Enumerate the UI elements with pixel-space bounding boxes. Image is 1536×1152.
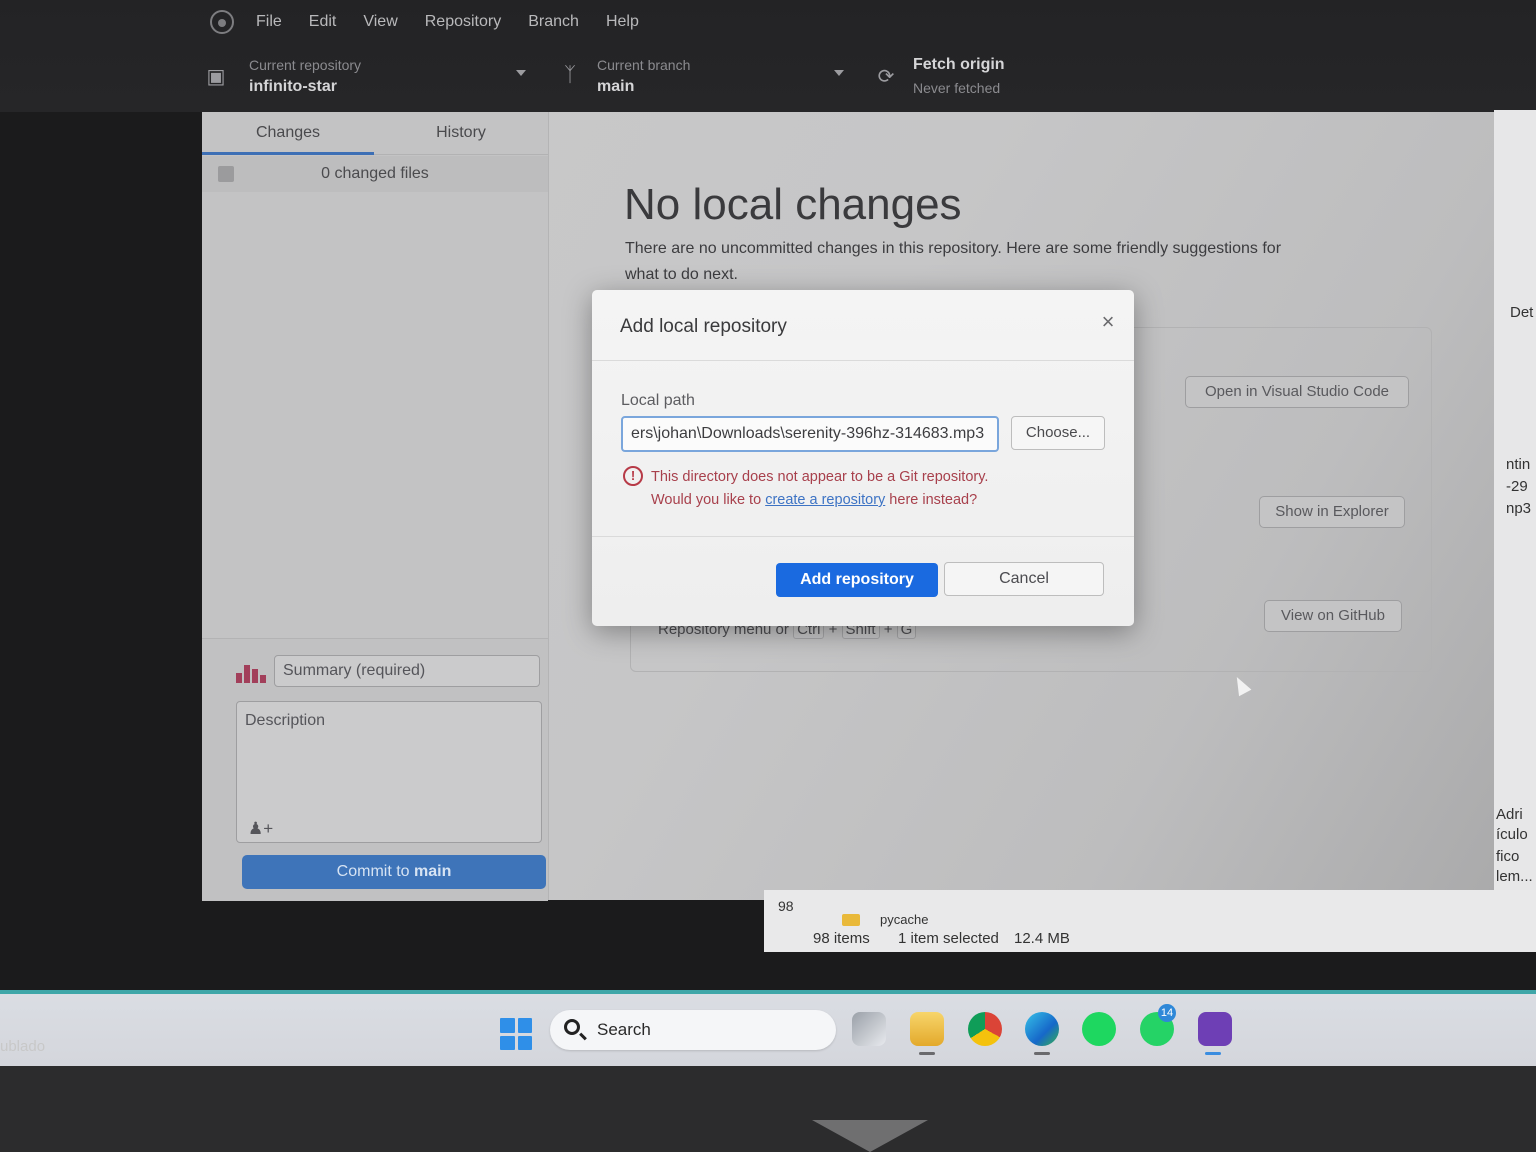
laptop-logo <box>812 1120 928 1152</box>
add-coauthor-icon[interactable]: ♟+ <box>248 819 273 839</box>
dialog-divider-top <box>592 360 1134 361</box>
current-branch-button[interactable]: ᛉ Current branch main <box>559 52 849 104</box>
background-text: Det <box>1510 304 1534 321</box>
warning-line-2: Would you like to create a repository he… <box>651 489 1091 512</box>
branch-icon: ᛉ <box>564 64 576 86</box>
app-titlebar: File Edit View Repository Branch Help ▣ … <box>0 0 1536 112</box>
add-local-repository-dialog: Add local repository × Local path ers\jo… <box>592 290 1134 626</box>
selected-count: 1 item selected <box>898 930 999 947</box>
background-text: Adri <box>1496 806 1523 823</box>
changed-files-count: 0 changed files <box>321 165 429 182</box>
chevron-down-icon <box>516 70 526 76</box>
changed-files-header: 0 changed files <box>202 156 548 192</box>
task-view-icon[interactable] <box>852 1012 886 1046</box>
warning-icon: ! <box>623 466 643 486</box>
github-logo-icon <box>210 10 234 34</box>
current-repository-value: infinito-star <box>249 78 337 95</box>
github-desktop-icon[interactable] <box>1198 1012 1232 1046</box>
current-repository-button[interactable]: ▣ Current repository infinito-star <box>205 52 535 104</box>
menu-branch[interactable]: Branch <box>528 13 579 31</box>
mouse-cursor-icon <box>1230 673 1252 697</box>
explorer-status-bar: pycache 98 98 items 1 item selected 12.4… <box>764 890 1536 952</box>
chrome-icon[interactable] <box>968 1012 1002 1046</box>
close-icon[interactable]: × <box>1098 311 1118 333</box>
laptop-bezel <box>0 1066 1536 1152</box>
menu-view[interactable]: View <box>363 13 397 31</box>
background-text: lem... <box>1496 868 1533 885</box>
windows-start-icon[interactable] <box>500 1018 532 1050</box>
add-repository-button[interactable]: Add repository <box>776 563 938 597</box>
fetch-origin-label: Fetch origin <box>913 56 1005 73</box>
tab-changes[interactable]: Changes <box>202 112 374 155</box>
create-repository-link[interactable]: create a repository <box>765 492 885 508</box>
summary-input[interactable]: Summary (required) <box>274 655 540 687</box>
commit-button-branch: main <box>414 863 452 880</box>
menubar: File Edit View Repository Branch Help <box>210 8 666 36</box>
commit-area: Summary (required) Description ♟+ Commit… <box>202 638 548 901</box>
taskbar: Search 14 <box>0 994 1536 1066</box>
selected-size: 12.4 MB <box>1014 930 1070 947</box>
menu-repository[interactable]: Repository <box>425 13 501 31</box>
warning-message: This directory does not appear to be a G… <box>651 466 1091 512</box>
edge-icon[interactable] <box>1025 1012 1059 1046</box>
chevron-down-icon <box>834 70 844 76</box>
background-text: ículo <box>1496 826 1528 843</box>
sidebar: Changes History 0 changed files Summary … <box>202 112 549 901</box>
partial-count: 98 <box>778 898 794 914</box>
folder-icon <box>842 914 860 926</box>
local-path-input[interactable]: ers\johan\Downloads\serenity-396hz-31468… <box>621 416 999 452</box>
warning-suffix: here instead? <box>885 492 978 508</box>
spotify-icon[interactable] <box>1082 1012 1116 1046</box>
page-subtitle: There are no uncommitted changes in this… <box>625 240 1282 283</box>
menu-help[interactable]: Help <box>606 13 639 31</box>
active-indicator <box>1034 1052 1050 1055</box>
background-text: -29 <box>1506 478 1528 495</box>
description-input[interactable]: Description <box>236 701 542 843</box>
taskbar-search[interactable]: Search <box>550 1010 836 1050</box>
fetch-origin-status: Never fetched <box>913 80 1001 96</box>
items-count: 98 items <box>813 930 870 947</box>
fetch-origin-button[interactable]: ⟳ Fetch origin Never fetched <box>875 52 1095 104</box>
current-branch-label: Current branch <box>597 57 691 73</box>
cancel-button[interactable]: Cancel <box>944 562 1104 596</box>
sidebar-tabs: Changes History <box>202 112 548 155</box>
repository-icon: ▣ <box>206 66 226 88</box>
dialog-divider-bottom <box>592 536 1134 537</box>
active-indicator <box>1205 1052 1221 1055</box>
sync-icon: ⟳ <box>877 66 895 88</box>
view-on-github-button[interactable]: View on GitHub <box>1264 600 1402 632</box>
show-in-explorer-button[interactable]: Show in Explorer <box>1259 496 1405 528</box>
background-text: ntin <box>1506 456 1531 473</box>
menu-file[interactable]: File <box>256 13 282 31</box>
commit-button-prefix: Commit to <box>336 863 414 880</box>
choose-button[interactable]: Choose... <box>1011 416 1105 450</box>
background-text: ublado <box>0 1038 46 1055</box>
search-icon <box>564 1019 580 1035</box>
search-label: Search <box>597 1020 651 1039</box>
page-title: No local changes <box>624 180 962 229</box>
active-indicator <box>919 1052 935 1055</box>
folder-name[interactable]: pycache <box>880 912 928 927</box>
warning-prefix: Would you like to <box>651 492 766 508</box>
dialog-title: Add local repository <box>620 316 787 337</box>
local-path-label: Local path <box>621 392 695 409</box>
toolbar: ▣ Current repository infinito-star ᛉ Cur… <box>205 52 1105 104</box>
commit-button[interactable]: Commit to main <box>242 855 546 889</box>
tab-history[interactable]: History <box>374 112 548 152</box>
avatar <box>236 661 266 683</box>
current-branch-value: main <box>597 78 635 95</box>
file-explorer-icon[interactable] <box>910 1012 944 1046</box>
background-text: fico <box>1496 848 1520 865</box>
open-in-vscode-button[interactable]: Open in Visual Studio Code <box>1185 376 1409 408</box>
background-text: np3 <box>1506 500 1532 517</box>
warning-line-1: This directory does not appear to be a G… <box>651 469 989 485</box>
whatsapp-badge: 14 <box>1158 1004 1176 1022</box>
current-repository-label: Current repository <box>249 57 362 73</box>
menu-edit[interactable]: Edit <box>309 13 337 31</box>
